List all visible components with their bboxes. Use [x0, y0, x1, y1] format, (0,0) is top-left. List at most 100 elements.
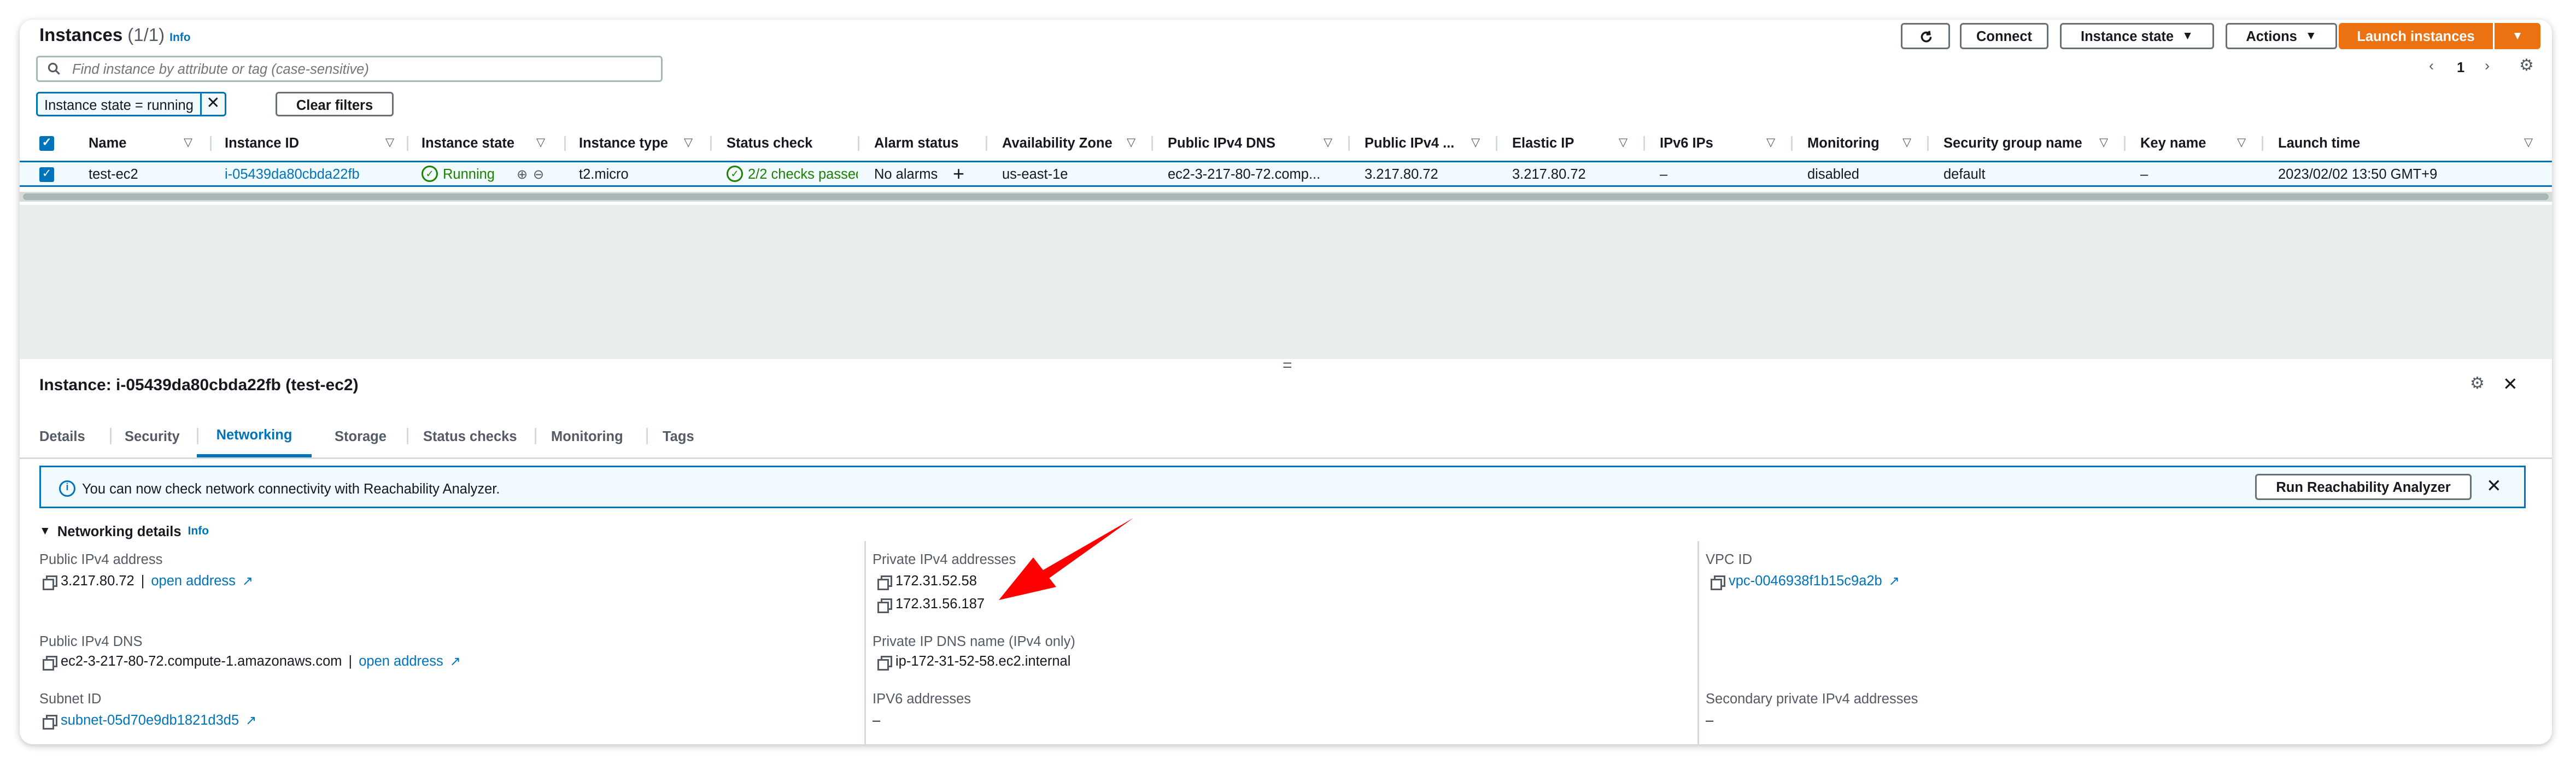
- column-header-security-group[interactable]: Security group name: [1943, 131, 2082, 154]
- column-header-elastic-ip[interactable]: Elastic IP: [1512, 131, 1574, 154]
- sort-icon[interactable]: ▽: [1766, 136, 1775, 149]
- column-header-name[interactable]: Name: [89, 131, 126, 154]
- copy-icon[interactable]: [1711, 574, 1725, 590]
- sort-icon[interactable]: ▽: [1471, 136, 1480, 149]
- column-divider[interactable]: [2124, 136, 2126, 151]
- column-divider[interactable]: [1496, 136, 1497, 151]
- column-divider[interactable]: [1643, 136, 1645, 151]
- zoom-in-icon[interactable]: ⊕: [517, 162, 528, 185]
- column-divider[interactable]: [1927, 136, 1929, 151]
- instance-state-button[interactable]: Instance state ▼: [2060, 23, 2214, 49]
- column-divider[interactable]: [564, 136, 566, 151]
- external-link-icon[interactable]: ↗: [450, 654, 461, 668]
- external-link-icon[interactable]: ↗: [1889, 573, 1900, 588]
- add-alarm-icon[interactable]: +: [953, 162, 964, 185]
- sort-icon[interactable]: ▽: [536, 136, 545, 149]
- run-reachability-analyzer-button[interactable]: Run Reachability Analyzer: [2255, 474, 2472, 500]
- sort-icon[interactable]: ▽: [2099, 136, 2108, 149]
- column-divider[interactable]: [1791, 136, 1793, 151]
- cell-instance-id[interactable]: i-05439da80cbda22fb: [225, 162, 360, 185]
- cell-availability-zone: us-east-1e: [1002, 166, 1068, 182]
- open-address-link[interactable]: open address: [151, 572, 236, 589]
- launch-instances-button[interactable]: Launch instances: [2339, 23, 2493, 49]
- column-header-alarm-status[interactable]: Alarm status: [874, 131, 959, 154]
- resize-handle-icon[interactable]: =: [1283, 359, 1292, 375]
- column-divider[interactable]: [858, 136, 859, 151]
- copy-icon[interactable]: [43, 655, 57, 670]
- column-divider[interactable]: [210, 136, 212, 151]
- copy-icon[interactable]: [877, 574, 892, 590]
- previous-page-icon[interactable]: ‹: [2429, 57, 2434, 74]
- sort-icon[interactable]: ▽: [2524, 136, 2533, 149]
- column-divider[interactable]: [986, 136, 987, 151]
- column-header-instance-type[interactable]: Instance type: [579, 131, 668, 154]
- column-header-ipv6-ips[interactable]: IPv6 IPs: [1660, 131, 1713, 154]
- sort-icon[interactable]: ▽: [684, 136, 693, 149]
- external-link-icon[interactable]: ↗: [242, 573, 253, 588]
- close-panel-icon[interactable]: ✕: [2503, 374, 2518, 395]
- settings-gear-icon[interactable]: ⚙: [2519, 57, 2534, 75]
- tab-monitoring[interactable]: Monitoring: [551, 415, 623, 457]
- sort-icon[interactable]: ▽: [1127, 136, 1135, 149]
- tab-status-checks[interactable]: Status checks: [423, 415, 517, 457]
- column-divider[interactable]: [407, 136, 408, 151]
- actions-button[interactable]: Actions ▼: [2226, 23, 2337, 49]
- launch-options-button[interactable]: ▼: [2495, 23, 2540, 49]
- column-header-instance-id[interactable]: Instance ID: [225, 131, 299, 154]
- zoom-out-icon[interactable]: ⊖: [533, 162, 544, 185]
- sort-icon[interactable]: ▽: [184, 136, 192, 149]
- sort-icon[interactable]: ▽: [1619, 136, 1627, 149]
- section-info-link[interactable]: Info: [188, 526, 209, 537]
- sort-icon[interactable]: ▽: [1324, 136, 1332, 149]
- sort-icon[interactable]: ▽: [385, 136, 394, 149]
- column-divider[interactable]: [1348, 136, 1350, 151]
- column-header-monitoring[interactable]: Monitoring: [1807, 131, 1880, 154]
- tab-tags[interactable]: Tags: [663, 415, 694, 457]
- tab-networking[interactable]: Networking: [197, 415, 312, 457]
- column-divider[interactable]: [1151, 136, 1153, 151]
- row-checkbox[interactable]: ✓: [39, 162, 54, 185]
- scrollbar-thumb[interactable]: [23, 193, 2549, 200]
- panel-settings-icon[interactable]: ⚙: [2470, 375, 2485, 393]
- copy-icon[interactable]: [877, 655, 892, 670]
- info-link[interactable]: Info: [169, 33, 190, 44]
- column-header-launch-time[interactable]: Launch time: [2278, 131, 2360, 154]
- column-header-key-name[interactable]: Key name: [2140, 131, 2206, 154]
- horizontal-scrollbar[interactable]: [20, 192, 2552, 202]
- column-header-instance-state[interactable]: Instance state: [421, 131, 514, 154]
- column-header-public-ipv4[interactable]: Public IPv4 ...: [1365, 131, 1454, 154]
- copy-icon[interactable]: [43, 714, 57, 729]
- clear-filters-button[interactable]: Clear filters: [276, 92, 394, 116]
- open-address-link[interactable]: open address: [359, 653, 443, 669]
- copy-icon[interactable]: [877, 597, 892, 613]
- table-row[interactable]: ✓ test-ec2 i-05439da80cbda22fb ✓ Running…: [20, 161, 2552, 187]
- column-header-availability-zone[interactable]: Availability Zone: [1002, 131, 1113, 154]
- sort-icon[interactable]: ▽: [1902, 136, 1911, 149]
- next-page-icon[interactable]: ›: [2485, 57, 2490, 74]
- check-circle-icon: ✓: [727, 166, 743, 182]
- copy-icon[interactable]: [43, 574, 57, 590]
- refresh-button[interactable]: [1901, 23, 1950, 49]
- connect-button[interactable]: Connect: [1960, 23, 2048, 49]
- public-dns-label: Public IPv4 DNS: [39, 633, 143, 649]
- search-input[interactable]: [69, 59, 633, 79]
- external-link-icon[interactable]: ↗: [245, 713, 256, 727]
- cell-security-group: default: [1943, 166, 1986, 182]
- subnet-link[interactable]: subnet-05d70e9db1821d3d5: [61, 712, 239, 728]
- select-all-checkbox[interactable]: ✓: [39, 131, 54, 154]
- tab-security[interactable]: Security: [125, 415, 180, 457]
- sort-icon[interactable]: ▽: [2237, 136, 2246, 149]
- tab-details[interactable]: Details: [39, 415, 85, 457]
- tab-storage[interactable]: Storage: [335, 415, 387, 457]
- cell-monitoring: disabled: [1807, 166, 1860, 182]
- column-divider[interactable]: [710, 136, 712, 151]
- column-header-public-dns[interactable]: Public IPv4 DNS: [1168, 131, 1275, 154]
- dismiss-banner-icon[interactable]: ✕: [2486, 475, 2502, 497]
- vpc-id-link[interactable]: vpc-0046938f1b15c9a2b: [1729, 572, 1882, 589]
- search-box[interactable]: [36, 56, 663, 82]
- networking-details-header[interactable]: ▼ Networking details Info: [39, 523, 209, 539]
- remove-filter-icon[interactable]: ✕: [200, 93, 225, 115]
- page-number[interactable]: 1: [2457, 59, 2464, 75]
- column-header-status-check[interactable]: Status check: [727, 131, 812, 154]
- column-divider[interactable]: [2262, 136, 2263, 151]
